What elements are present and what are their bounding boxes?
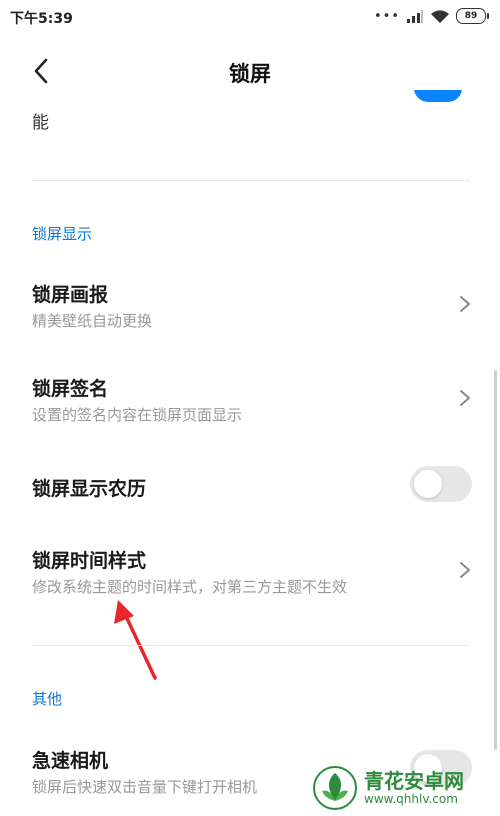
signal-icon [407,10,423,23]
setting-item-title: 锁屏显示农历 [32,478,147,500]
divider [32,645,470,646]
watermark-logo-icon [313,766,357,810]
watermark-text: 青花安卓网 www.qhhlv.com [364,770,464,806]
section-header-lockscreen-display: 锁屏显示 [32,225,93,243]
chevron-right-icon [460,296,470,312]
setting-item-title: 急速相机 [32,750,109,772]
lunar-calendar-toggle[interactable] [410,466,472,502]
scrollbar[interactable] [494,370,497,750]
setting-item-lockscreen-clock-style[interactable]: 锁屏时间样式 修改系统主题的时间样式，对第三方主题不生效 [0,540,500,610]
setting-item-title: 锁屏画报 [32,284,109,306]
annotation-arrow-icon [114,600,157,680]
divider [32,180,470,181]
chevron-right-icon [460,390,470,406]
setting-item-subtitle: 设置的签名内容在锁屏页面显示 [32,406,243,424]
wifi-icon [431,9,449,23]
setting-item-subtitle: 修改系统主题的时间样式，对第三方主题不生效 [32,578,348,596]
status-bar: 下午5:39 ••• 89 [0,0,500,34]
setting-item-lockscreen-wallpaper[interactable]: 锁屏画报 精美壁纸自动更换 [0,272,500,342]
status-time: 下午5:39 [10,11,73,27]
setting-item-title: 锁屏时间样式 [32,550,147,572]
watermark: 青花安卓网 www.qhhlv.com [312,760,500,816]
page-title: 锁屏 [229,62,271,86]
setting-item-lunar-calendar: 锁屏显示农历 [0,458,500,514]
setting-item-lockscreen-signature[interactable]: 锁屏签名 设置的签名内容在锁屏页面显示 [0,366,500,436]
battery-icon: 89 [456,8,489,24]
more-dots-icon: ••• [373,8,400,24]
section-header-other: 其他 [32,690,63,708]
previous-item-text: 能 [32,113,49,133]
chevron-right-icon [460,562,470,578]
setting-item-subtitle: 精美壁纸自动更换 [32,312,153,330]
setting-item-subtitle: 锁屏后快速双击音量下键打开相机 [32,778,258,796]
status-icons: ••• 89 [373,8,489,24]
watermark-name: 青花安卓网 [364,769,464,793]
watermark-url: www.qhhlv.com [364,792,458,806]
previous-item-toggle[interactable] [414,90,462,110]
setting-item-title: 锁屏签名 [32,378,109,400]
